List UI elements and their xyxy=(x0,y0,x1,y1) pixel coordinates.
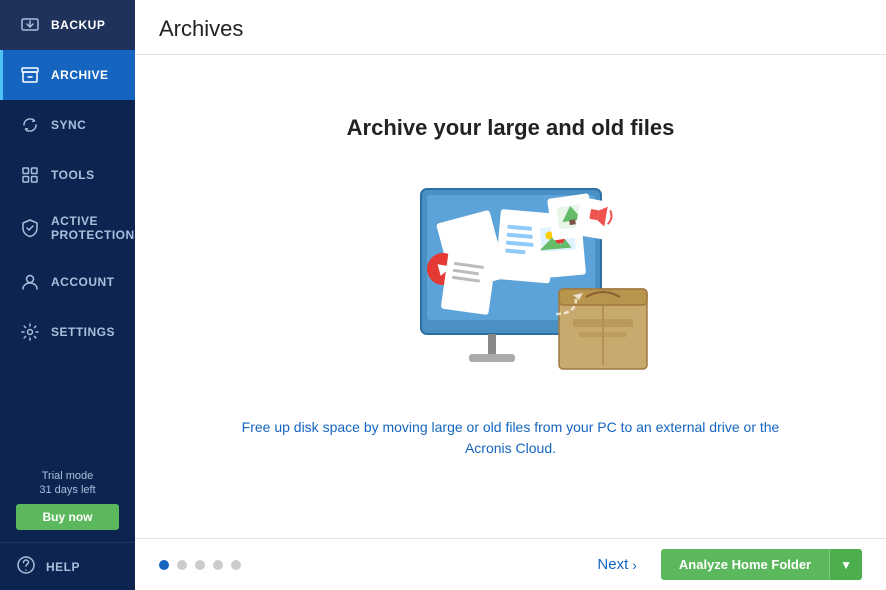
main-footer: Next › Analyze Home Folder ▼ xyxy=(135,538,886,590)
account-icon xyxy=(19,271,41,293)
help-label: HELP xyxy=(46,560,80,574)
analyze-dropdown-button[interactable]: ▼ xyxy=(829,549,862,580)
main-content: Archives Archive your large and old file… xyxy=(135,0,886,590)
days-left-text: 31 days left xyxy=(16,484,119,496)
backup-icon xyxy=(19,14,41,36)
sidebar-item-settings[interactable]: SETTINGS xyxy=(0,307,135,357)
sidebar-item-backup[interactable]: BACKUP xyxy=(0,0,135,50)
analyze-home-folder-button[interactable]: Analyze Home Folder xyxy=(661,549,829,580)
sidebar-item-archive-label: ARCHIVE xyxy=(51,68,109,82)
pagination-area xyxy=(159,560,241,570)
page-header: Archives xyxy=(135,0,886,55)
sidebar-item-account-label: ACCOUNT xyxy=(51,275,115,289)
chevron-right-icon: › xyxy=(632,557,637,573)
sidebar-item-tools-label: TOOLS xyxy=(51,168,95,182)
pagination-dot-3[interactable] xyxy=(195,560,205,570)
pagination-dot-1[interactable] xyxy=(159,560,169,570)
analyze-btn-group: Analyze Home Folder ▼ xyxy=(661,549,862,580)
archive-illustration xyxy=(361,169,661,389)
archive-description: Free up disk space by moving large or ol… xyxy=(221,417,801,459)
main-body: Archive your large and old files xyxy=(135,55,886,538)
shield-icon xyxy=(19,217,41,239)
next-button[interactable]: Next › xyxy=(597,556,637,573)
archive-icon xyxy=(19,64,41,86)
sync-icon xyxy=(19,114,41,136)
sidebar-item-help[interactable]: HELP xyxy=(0,542,135,590)
trial-mode-text: Trial mode xyxy=(16,470,119,482)
help-icon xyxy=(16,555,36,578)
archive-headline: Archive your large and old files xyxy=(347,115,675,141)
sidebar-item-backup-label: BACKUP xyxy=(51,18,105,32)
sidebar-item-sync-label: SYNC xyxy=(51,118,86,132)
trial-info: Trial mode 31 days left Buy now xyxy=(0,458,135,542)
dropdown-chevron-icon: ▼ xyxy=(840,558,852,572)
sidebar-item-tools[interactable]: TOOLS xyxy=(0,150,135,200)
sidebar-item-account[interactable]: ACCOUNT xyxy=(0,257,135,307)
page-title: Archives xyxy=(159,16,862,42)
pagination-dot-5[interactable] xyxy=(231,560,241,570)
pagination-dot-4[interactable] xyxy=(213,560,223,570)
buy-now-button[interactable]: Buy now xyxy=(16,504,119,530)
sidebar-item-active-protection[interactable]: ACTIVE PROTECTION xyxy=(0,200,135,257)
pagination-dot-2[interactable] xyxy=(177,560,187,570)
sidebar-item-settings-label: SETTINGS xyxy=(51,325,115,339)
sidebar-item-sync[interactable]: SYNC xyxy=(0,100,135,150)
sidebar: BACKUP ARCHIVE SYNC xyxy=(0,0,135,590)
settings-icon xyxy=(19,321,41,343)
next-label: Next xyxy=(597,556,628,573)
sidebar-item-active-protection-label: ACTIVE PROTECTION xyxy=(51,214,135,243)
sidebar-item-archive[interactable]: ARCHIVE xyxy=(0,50,135,100)
tools-icon xyxy=(19,164,41,186)
